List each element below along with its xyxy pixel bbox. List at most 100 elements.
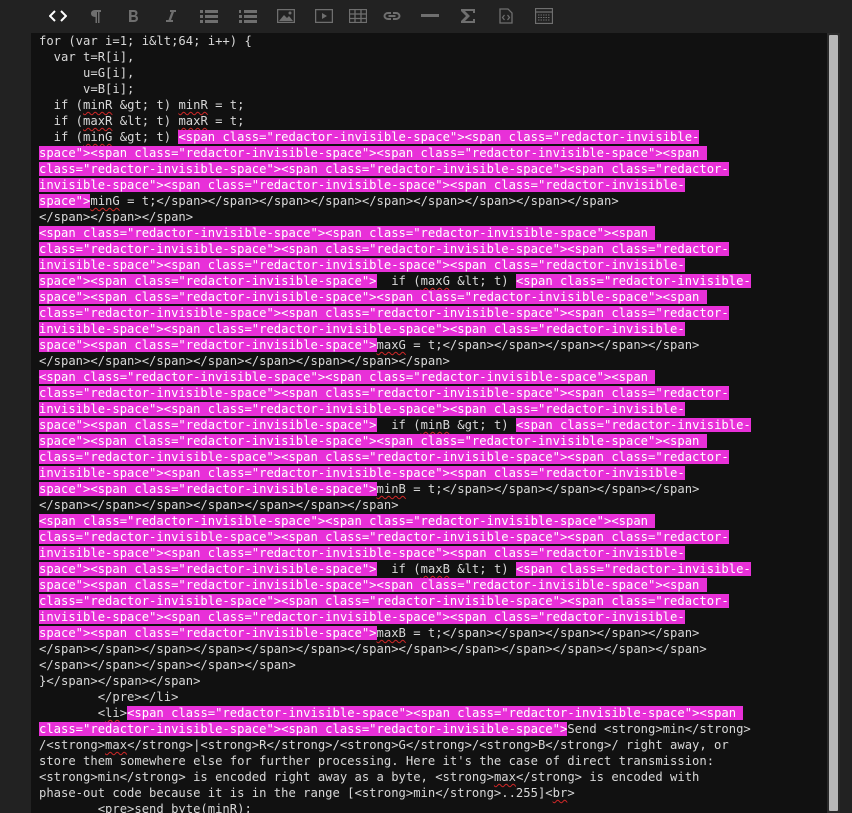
code-line[interactable]: invisible-space"><span class="redactor-i… [39,321,829,337]
misspelled-word: maxB [376,626,406,640]
code-line[interactable]: <li><span class="redactor-invisible-spac… [39,705,829,721]
code-text: = t;</span></span></span></span></span> [405,482,700,496]
code-text: if ( [376,274,421,288]
image-button[interactable] [274,5,298,27]
code-line[interactable]: <span class="redactor-invisible-space"><… [39,513,829,529]
selected-code-text: <span class="redactor-invisible-space"><… [39,514,656,528]
paragraph-button[interactable] [84,5,108,27]
bold-icon [129,10,138,22]
code-line[interactable]: if (minG &gt; t) <span class="redactor-i… [39,129,829,145]
code-line[interactable]: </pre></li> [39,689,829,705]
code-line[interactable]: <span class="redactor-invisible-space"><… [39,225,829,241]
code-line[interactable]: if (minR &gt; t) minR = t; [39,97,829,113]
code-text: = t;</span></span></span></span></span> [405,338,700,352]
misspelled-word: maxG [420,274,450,288]
code-line[interactable]: class="redactor-invisible-space"><span c… [39,385,829,401]
code-text: </span></span></span></span></span></spa… [39,642,707,656]
selected-code-text: space"><span class="redactor-invisible-s… [39,482,377,496]
code-line[interactable]: </span></span></span></span></span></spa… [39,353,829,369]
video-button[interactable] [312,5,336,27]
selected-code-text: <span class="redactor-invisible- [515,418,751,432]
source-code[interactable]: for (var i=1; i&lt;64; i++) { var t=R[i]… [39,33,829,813]
code-line[interactable]: invisible-space"><span class="redactor-i… [39,257,829,273]
code-text: </span></span></span> [39,210,194,224]
code-line[interactable]: invisible-space"><span class="redactor-i… [39,401,829,417]
code-line[interactable]: class="redactor-invisible-space"><span c… [39,241,829,257]
numbered-list-icon [239,9,257,23]
code-line[interactable]: invisible-space"><span class="redactor-i… [39,545,829,561]
bold-button[interactable] [121,5,145,27]
html-source-editor[interactable]: for (var i=1; i&lt;64; i++) { var t=R[i]… [31,33,840,813]
code-line[interactable]: invisible-space"><span class="redactor-i… [39,465,829,481]
code-line[interactable]: store them somewhere else for further pr… [39,753,829,769]
snippet-button[interactable] [532,5,556,27]
code-line[interactable]: space"><span class="redactor-invisible-s… [39,561,829,577]
selected-code-text: class="redactor-invisible-space"><span c… [39,162,729,176]
code-line[interactable]: class="redactor-invisible-space"><span c… [39,305,829,321]
snippet-icon [535,8,553,24]
selected-code-text: <span class="redactor-invisible-space"><… [39,370,656,384]
code-line[interactable]: var t=R[i], [39,49,829,65]
code-line[interactable]: v=B[i]; [39,81,829,97]
code-line[interactable]: class="redactor-invisible-space"><span c… [39,449,829,465]
misspelled-word: br [552,786,568,800]
code-line[interactable]: space"><span class="redactor-invisible-s… [39,417,829,433]
code-line[interactable]: space"><span class="redactor-invisible-s… [39,625,829,641]
video-icon [315,9,333,23]
selected-code-text: class="redactor-invisible-space"><span c… [39,450,729,464]
code-button[interactable] [494,5,518,27]
code-line[interactable]: </span></span></span></span></span> [39,657,829,673]
code-line[interactable]: space"><span class="redactor-invisible-s… [39,481,829,497]
code-line[interactable]: /<strong>max</strong>|<strong>R</strong>… [39,737,829,753]
code-line[interactable]: space"><span class="redactor-invisible-s… [39,273,829,289]
code-line[interactable]: space"><span class="redactor-invisible-s… [39,337,829,353]
code-line[interactable]: space">minG = t;</span></span></span></s… [39,193,829,209]
code-line[interactable]: if (maxR &lt; t) maxR = t; [39,113,829,129]
code-line[interactable]: invisible-space"><span class="redactor-i… [39,177,829,193]
selected-code-text: space"> [39,194,91,208]
editor-scrollbar[interactable] [827,33,840,813]
selected-code-text: class="redactor-invisible-space"><span c… [39,530,729,544]
code-line[interactable]: <pre>send byte(minR); [39,801,829,813]
link-button[interactable] [380,5,404,27]
code-line[interactable]: class="redactor-invisible-space"><span c… [39,593,829,609]
code-line[interactable]: <strong>min</strong> is encoded right aw… [39,769,829,785]
selected-code-text: space"><span class="redactor-invisible-s… [39,434,707,448]
code-text: /<strong> [39,738,106,752]
code-line[interactable]: space"><span class="redactor-invisible-s… [39,289,829,305]
code-line[interactable]: u=G[i], [39,65,829,81]
code-line[interactable]: </span></span></span></span></span></spa… [39,641,829,657]
code-line[interactable]: </span></span></span> [39,209,829,225]
unordered-list-button[interactable] [197,5,221,27]
table-icon [349,9,367,23]
bulleted-list-icon [200,9,218,23]
code-line[interactable]: phase-out code because it is in the rang… [39,785,829,801]
misspelled-word: maxB [420,562,450,576]
code-line[interactable]: space"><span class="redactor-invisible-s… [39,433,829,449]
code-text: <pre>send byte(minR); [39,802,252,813]
code-line[interactable]: invisible-space"><span class="redactor-i… [39,609,829,625]
table-button[interactable] [346,5,370,27]
html-toggle-button[interactable] [46,5,70,27]
code-line[interactable]: space"><span class="redactor-invisible-s… [39,577,829,593]
ordered-list-button[interactable] [236,5,260,27]
code-line[interactable]: }</span></span></span> [39,673,829,689]
italic-button[interactable] [159,5,183,27]
code-text: = t; [207,98,245,112]
code-line[interactable]: class="redactor-invisible-space"><span c… [39,529,829,545]
code-text: if ( [39,114,84,128]
code-line[interactable]: for (var i=1; i&lt;64; i++) { [39,33,829,49]
code-line[interactable]: </span></span></span></span></span></spa… [39,497,829,513]
code-line[interactable]: class="redactor-invisible-space"><span c… [39,161,829,177]
horizontal-rule-button[interactable] [418,5,442,27]
code-text: phase-out code because it is in the rang… [39,786,553,800]
code-text: }</span></span></span> [39,674,201,688]
scrollbar-thumb[interactable] [829,35,838,811]
selected-code-text: class="redactor-invisible-space"><span c… [39,722,568,736]
code-line[interactable]: space"><span class="redactor-invisible-s… [39,145,829,161]
code-line[interactable]: <span class="redactor-invisible-space"><… [39,369,829,385]
code-text: < [39,706,106,720]
code-line[interactable]: class="redactor-invisible-space"><span c… [39,721,829,737]
selected-code-text: space"><span class="redactor-invisible-s… [39,290,707,304]
formula-button[interactable] [456,5,480,27]
